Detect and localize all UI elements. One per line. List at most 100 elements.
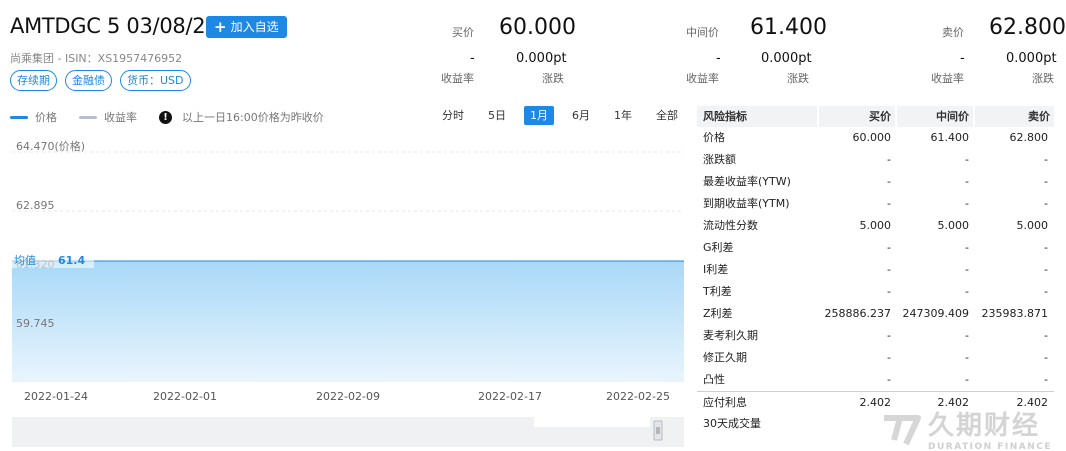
tag-currency[interactable]: 货币：USD — [120, 70, 191, 91]
table-header: 风险指标 买价 中间价 卖价 — [697, 106, 1054, 127]
ask-cell: 5.000 — [1016, 219, 1049, 232]
mid-cell: - — [965, 197, 969, 210]
header-mid: 中间价 — [897, 106, 973, 127]
info-icon: ! — [159, 110, 172, 124]
add-to-watchlist-button[interactable]: + 加入自选 — [206, 16, 287, 38]
navigator-handle[interactable] — [653, 420, 663, 441]
ask-cell: - — [1044, 351, 1048, 364]
ask-cell: - — [1044, 329, 1048, 342]
x-tick-label: 2022-02-25 — [606, 390, 670, 403]
metric-name: 修正久期 — [703, 351, 747, 364]
ask-cell: - — [1044, 175, 1048, 188]
bid-cell: - — [887, 351, 891, 364]
table-row: 流动性分数 5.000 5.000 5.000 — [697, 215, 1054, 237]
header-metric: 风险指标 — [697, 106, 817, 127]
ask-value: 62.800 — [989, 15, 1066, 40]
bid-change-label: 涨跌 — [542, 72, 564, 85]
period-6m[interactable]: 6月 — [566, 106, 596, 125]
bid-cell: - — [887, 263, 891, 276]
bid-cell: - — [887, 153, 891, 166]
mid-cell: 247309.409 — [902, 307, 969, 320]
y-tick-label: 62.895 — [16, 199, 55, 212]
mid-cell: 61.400 — [930, 131, 970, 144]
legend-yield-swatch — [79, 115, 97, 119]
bid-yield: - — [470, 51, 475, 66]
mid-cell: - — [965, 263, 969, 276]
period-1m[interactable]: 1月 — [524, 106, 554, 125]
bid-cell: - — [887, 175, 891, 188]
legend-price[interactable]: 价格 — [10, 109, 57, 125]
bid-yield-label: 收益率 — [441, 72, 474, 85]
table-row: Z利差 258886.237 247309.409 235983.871 — [697, 303, 1054, 325]
ask-cell: - — [1044, 373, 1048, 386]
plus-icon: + — [214, 18, 227, 36]
metric-name: 30天成交量 — [703, 417, 761, 430]
period-5d[interactable]: 5日 — [482, 106, 512, 125]
table-row: G利差 - - - — [697, 237, 1054, 259]
price-area — [12, 261, 684, 382]
navigator-window[interactable] — [534, 417, 650, 427]
period-selector: 分时 5日 1月 6月 1年 全部 — [436, 106, 696, 125]
mid-change-label: 涨跌 — [787, 72, 809, 85]
table-row: I利差 - - - — [697, 259, 1054, 281]
bid-cell: - — [887, 285, 891, 298]
header-bid: 买价 — [819, 106, 895, 127]
ask-cell: - — [1044, 241, 1048, 254]
legend-price-label: 价格 — [35, 111, 57, 124]
ask-change-label: 涨跌 — [1032, 72, 1054, 85]
bid-cell: - — [887, 373, 891, 386]
bid-label: 买价 — [452, 26, 474, 39]
tag-category[interactable]: 金融债 — [65, 70, 112, 91]
bond-title: AMTDGC 5 03/08/22 — [10, 14, 219, 38]
add-to-watchlist-label: 加入自选 — [230, 20, 279, 34]
bid-cell: 258886.237 — [824, 307, 891, 320]
period-all[interactable]: 全部 — [650, 106, 684, 125]
metric-name: I利差 — [703, 263, 729, 276]
tag-status[interactable]: 存续期 — [10, 70, 57, 91]
mid-cell: - — [965, 351, 969, 364]
metric-name: 麦考利久期 — [703, 329, 758, 342]
period-intraday[interactable]: 分时 — [436, 106, 470, 125]
legend-price-swatch — [10, 115, 28, 119]
legend-yield[interactable]: 收益率 — [79, 109, 137, 125]
header-ask: 卖价 — [975, 106, 1054, 127]
table-row: 麦考利久期 - - - — [697, 325, 1054, 347]
mid-cell: 5.000 — [937, 219, 970, 232]
bond-tags: 存续期 金融债 货币：USD — [10, 70, 191, 91]
duration-finance-logo — [884, 414, 921, 445]
watermark-en: DURATION FINANCE — [928, 442, 1053, 451]
issuer-isin: 尚乘集团 - ISIN：XS1957476952 — [10, 52, 183, 65]
bid-value: 60.000 — [499, 15, 576, 40]
ask-cell: - — [1044, 197, 1048, 210]
mid-yield: - — [716, 51, 721, 66]
table-row: T利差 - - - — [697, 281, 1054, 303]
period-1y[interactable]: 1年 — [608, 106, 638, 125]
table-row: 到期收益率(YTM) - - - — [697, 193, 1054, 215]
x-tick-label: 2022-02-17 — [478, 390, 542, 403]
chart-legend: 价格 收益率 ! 以上一日16:00价格为昨收价 — [10, 109, 324, 125]
mid-yield-label: 收益率 — [686, 72, 719, 85]
table-row: 修正久期 - - - — [697, 347, 1054, 369]
table-row: 凸性 - - - — [697, 369, 1054, 391]
bid-cell: 60.000 — [852, 131, 892, 144]
metric-name: 应付利息 — [703, 396, 747, 409]
price-chart[interactable]: 64.470(价格)62.89561.32059.745 2022-01-242… — [0, 130, 690, 450]
metric-name: T利差 — [703, 285, 732, 298]
mid-change: 0.000pt — [761, 51, 812, 66]
mid-value: 61.400 — [750, 15, 827, 40]
ask-label: 卖价 — [942, 26, 964, 39]
legend-note: 以上一日16:00价格为昨收价 — [182, 111, 324, 124]
mid-cell: - — [965, 241, 969, 254]
y-tick-label: 59.745 — [16, 317, 55, 330]
table-row: 价格 60.000 61.400 62.800 — [697, 127, 1054, 149]
bid-change: 0.000pt — [516, 51, 567, 66]
metric-name: G利差 — [703, 241, 734, 254]
mid-cell: - — [965, 153, 969, 166]
ask-cell: 62.800 — [1009, 131, 1049, 144]
mid-cell: - — [965, 373, 969, 386]
y-tick-label: 64.470(价格) — [16, 139, 85, 153]
bid-cell: - — [887, 329, 891, 342]
ask-cell: - — [1044, 153, 1048, 166]
avg-value: 61.4 — [58, 254, 85, 267]
bid-cell: - — [887, 241, 891, 254]
